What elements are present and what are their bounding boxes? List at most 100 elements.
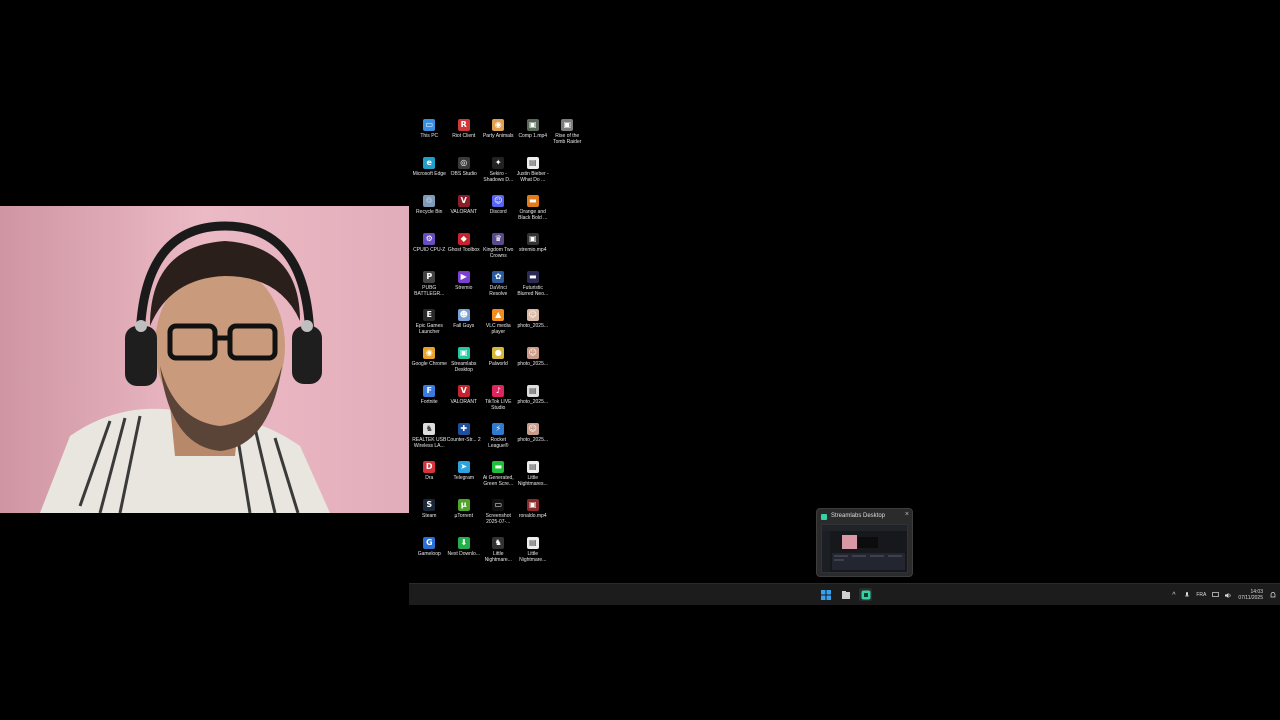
desktop-app-icon: V [457, 385, 470, 397]
input-language-indicator[interactable]: FRA [1196, 592, 1206, 598]
volume-icon[interactable] [1225, 592, 1232, 599]
desktop-icon[interactable]: ♞ REALTEK USB Wireless LA... [412, 421, 447, 459]
desktop-empty-slot [550, 155, 585, 193]
desktop-app-icon: ♪ [492, 385, 505, 397]
desktop-icon[interactable]: ▤ Little Nightmares... [516, 459, 551, 497]
desktop-icon[interactable]: ▭ Screenshot 2025-07-... [481, 497, 516, 535]
desktop-app-icon: ♲ [423, 195, 436, 207]
desktop-icon-label: Sekiro - Shadows D... [483, 171, 514, 183]
desktop-icon[interactable]: ☺ photo_2025... [516, 421, 551, 459]
desktop-icon[interactable]: ▤ Justin Bieber - What Do ... [516, 155, 551, 193]
desktop-app-icon: ▬ [526, 271, 539, 283]
desktop-icon[interactable]: ☺ photo_2025... [516, 345, 551, 383]
desktop-icon-label: photo_2025... [517, 323, 549, 329]
desktop-app-icon: ▶ [457, 271, 470, 283]
desktop-icon[interactable]: ● Palworld [481, 345, 516, 383]
desktop-icon-label: Palworld [488, 361, 508, 367]
desktop-icon[interactable]: ☺ Discord [481, 193, 516, 231]
desktop-icon[interactable]: ▤ Little Nightmare... [516, 535, 551, 573]
desktop-app-icon: P [423, 271, 436, 283]
desktop-icon[interactable]: ▣ stremio.mp4 [516, 231, 551, 269]
desktop-icon[interactable]: µ µTorrent [447, 497, 482, 535]
desktop-icon[interactable]: e Microsoft Edge [412, 155, 447, 193]
desktop-icon[interactable]: D Dra [412, 459, 447, 497]
desktop-icon-label: Kingdom Two Crowns [483, 247, 514, 259]
start-button[interactable] [819, 588, 832, 601]
desktop-icon[interactable]: V VALORANT [447, 383, 482, 421]
desktop-icon-label: µTorrent [454, 513, 473, 519]
desktop-icon-label: Gameloop [417, 551, 441, 557]
desktop-icon-label: Rocket League® [488, 437, 509, 449]
desktop-icon[interactable]: V VALORANT [447, 193, 482, 231]
desktop-app-icon: ♛ [492, 233, 505, 245]
clock[interactable]: 14:03 07/11/2025 [1238, 589, 1263, 601]
file-explorer-taskbar-button[interactable] [839, 588, 852, 601]
desktop-icon[interactable]: ➤ Telegram [447, 459, 482, 497]
desktop-icon-label: Rise of the Tomb Raider [553, 133, 582, 145]
desktop-icon[interactable]: ▣ Rise of the Tomb Raider [550, 117, 585, 155]
taskbar-thumbnail-preview[interactable]: Streamlabs Desktop × [816, 508, 913, 577]
desktop-app-icon: ♞ [423, 423, 436, 435]
desktop-icon[interactable]: F Fortnite [412, 383, 447, 421]
desktop-icon[interactable]: G Gameloop [412, 535, 447, 573]
desktop-icon-label: Fall Guys [453, 323, 475, 329]
desktop-icon[interactable]: ▬ Futuristic Blurred Neo... [516, 269, 551, 307]
desktop-icon[interactable]: ✿ DaVinci Resolve [481, 269, 516, 307]
desktop-app-icon: ◉ [423, 347, 436, 359]
desktop-app-icon: ◉ [492, 119, 505, 131]
desktop-icon[interactable]: R Riot Client [447, 117, 482, 155]
desktop-icon[interactable]: ♛ Kingdom Two Crowns [481, 231, 516, 269]
desktop-icon[interactable]: ☻ Fall Guys [447, 307, 482, 345]
desktop-app-icon: F [423, 385, 436, 397]
desktop-icon[interactable]: ✦ Sekiro - Shadows D... [481, 155, 516, 193]
desktop-icon[interactable]: ⚡ Rocket League® [481, 421, 516, 459]
desktop-app-icon: ▣ [526, 119, 539, 131]
desktop-icon[interactable]: ◉ Google Chrome [412, 345, 447, 383]
desktop-icon[interactable]: P PUBG BATTLEGR... [412, 269, 447, 307]
desktop-icon[interactable]: ▣ ronaldo.mp4 [516, 497, 551, 535]
desktop-icon-label: Little Nightmare... [519, 551, 547, 563]
windows-logo-icon [820, 589, 831, 600]
desktop-icon[interactable]: ⚙ CPUID CPU-Z [412, 231, 447, 269]
notification-bell-icon[interactable] [1269, 591, 1276, 599]
desktop-icon-label: Epic Games Launcher [415, 323, 443, 335]
desktop-icon[interactable]: ▤ photo_2025... [516, 383, 551, 421]
desktop-app-icon: ▬ [526, 195, 539, 207]
desktop-icon[interactable]: ◆ Ghost Toolbox [447, 231, 482, 269]
microphone-icon[interactable] [1183, 591, 1190, 599]
desktop-icon-label: photo_2025... [517, 399, 549, 405]
streamlabs-taskbar-button[interactable] [859, 588, 872, 601]
desktop-icon[interactable]: ▬ Ai Generated, Green Scre... [481, 459, 516, 497]
desktop-icon[interactable]: ▶ Stremio [447, 269, 482, 307]
desktop-app-icon: ▣ [561, 119, 574, 131]
desktop-icon[interactable]: ♞ Little Nightmare... [481, 535, 516, 573]
desktop-icon[interactable]: ▬ Orange and Black Bold ... [516, 193, 551, 231]
desktop-app-icon: µ [457, 499, 470, 511]
desktop-icon[interactable]: ◎ OBS Studio [447, 155, 482, 193]
desktop-icon[interactable]: ♲ Recycle Bin [412, 193, 447, 231]
desktop-icon[interactable]: ▭ This PC [412, 117, 447, 155]
desktop-icon[interactable]: ▣ Comp 1.mp4 [516, 117, 551, 155]
desktop-icon-label: DaVinci Resolve [489, 285, 508, 297]
desktop-icon-label: Streamlabs Desktop [451, 361, 477, 373]
desktop-icon[interactable]: ☺ photo_2025... [516, 307, 551, 345]
streamlabs-icon [861, 590, 870, 599]
desktop-icon-label: Comp 1.mp4 [518, 133, 548, 139]
network-icon[interactable] [1212, 592, 1220, 599]
desktop-icon[interactable]: ▣ Streamlabs Desktop [447, 345, 482, 383]
clock-date: 07/11/2025 [1238, 595, 1263, 601]
thumbnail-window-preview[interactable] [821, 524, 908, 573]
desktop-icon[interactable]: E Epic Games Launcher [412, 307, 447, 345]
desktop-icon[interactable]: ♪ TikTok LIVE Studio [481, 383, 516, 421]
show-hidden-icons-chevron-icon[interactable]: ^ [1170, 592, 1177, 599]
desktop-icon[interactable]: ▲ VLC media player [481, 307, 516, 345]
desktop-app-icon: ⚡ [492, 423, 505, 435]
desktop-icon[interactable]: ✚ Counter-Str... 2 [447, 421, 482, 459]
desktop-icon[interactable]: ◉ Party Animals [481, 117, 516, 155]
desktop-icon[interactable]: ⬇ Next Downlo... [447, 535, 482, 573]
streamlabs-icon [821, 514, 827, 520]
desktop-icon[interactable]: S Steam [412, 497, 447, 535]
desktop-app-icon: ▤ [526, 537, 539, 549]
thumbnail-close-button[interactable]: × [905, 511, 909, 518]
streamlabs-preview-graphic [822, 525, 907, 572]
